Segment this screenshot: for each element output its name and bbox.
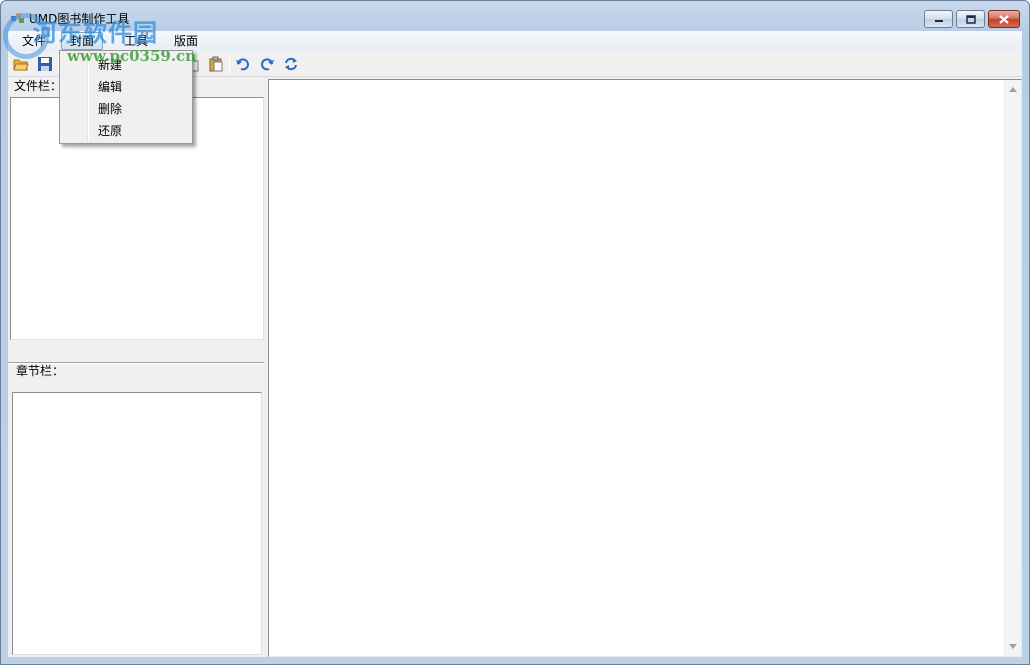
cover-menu-new[interactable]: 新建 — [62, 54, 190, 76]
close-icon — [999, 14, 1009, 24]
cover-menu-restore[interactable]: 还原 — [62, 120, 190, 142]
menu-tools[interactable]: 工具 — [115, 32, 157, 50]
close-button[interactable] — [988, 10, 1020, 28]
title-bar[interactable]: UMD图书制作工具 — [1, 1, 1029, 31]
main-window: UMD图书制作工具 文件 封面 工具 版面 文件栏： 章节栏： 新建 编辑 删除… — [0, 0, 1030, 665]
content-editor[interactable] — [268, 79, 1022, 657]
maximize-button[interactable] — [956, 10, 985, 28]
redo-icon[interactable] — [259, 56, 275, 72]
toolbar-separator — [229, 55, 230, 73]
chapter-list[interactable] — [12, 392, 262, 655]
minimize-button[interactable] — [924, 10, 953, 28]
cover-menu-delete[interactable]: 删除 — [62, 98, 190, 120]
save-icon[interactable] — [37, 56, 53, 72]
restore-icon — [965, 14, 976, 24]
minimize-icon — [934, 20, 943, 22]
menu-layout[interactable]: 版面 — [165, 32, 207, 50]
cover-menu-dropdown: 新建 编辑 删除 还原 — [59, 50, 193, 144]
paste-icon[interactable] — [208, 56, 224, 72]
file-panel-label: 文件栏： — [14, 79, 63, 93]
menu-file[interactable]: 文件 — [13, 32, 55, 50]
main-content: 文件栏： 章节栏： — [8, 77, 1022, 657]
app-icon — [11, 13, 24, 23]
vertical-scrollbar[interactable] — [1004, 80, 1021, 656]
scroll-down-icon[interactable] — [1009, 644, 1017, 649]
window-title: UMD图书制作工具 — [29, 12, 130, 26]
menu-bar: 文件 封面 工具 版面 — [8, 31, 1022, 51]
menu-cover[interactable]: 封面 — [61, 32, 104, 50]
open-icon[interactable] — [13, 56, 29, 72]
cover-menu-edit[interactable]: 编辑 — [62, 76, 190, 98]
scroll-up-icon[interactable] — [1009, 87, 1017, 92]
chapter-panel-label: 章节栏： — [16, 364, 65, 378]
refresh-icon[interactable] — [283, 56, 299, 72]
undo-icon[interactable] — [235, 56, 251, 72]
